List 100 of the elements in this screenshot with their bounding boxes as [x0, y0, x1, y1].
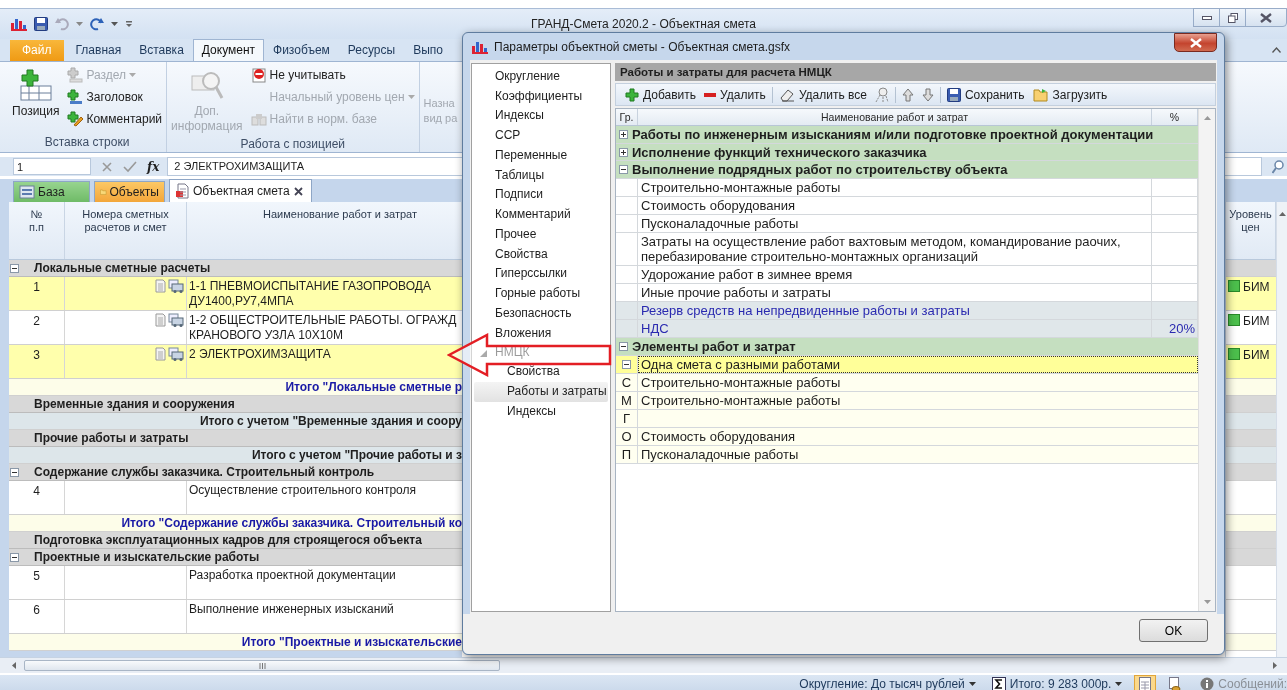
total-dropdown[interactable]: Итого: 9 283 000р.	[987, 677, 1127, 690]
tree-item[interactable]: Подписи	[495, 187, 543, 202]
view-button[interactable]	[1134, 675, 1157, 690]
toolbar-button[interactable]: Добавить	[621, 87, 701, 102]
tree-item[interactable]: Работы и затраты	[474, 382, 608, 402]
toolbar-button[interactable]: Сохранить	[942, 87, 1029, 102]
tree-item[interactable]: Безопасность	[495, 305, 572, 320]
ribbon-tab[interactable]: Главная	[66, 40, 131, 61]
ribbon-tab[interactable]: Физобъем	[264, 40, 339, 61]
scroll-down-icon[interactable]	[1203, 600, 1211, 604]
tree-item[interactable]: ССР	[495, 128, 521, 143]
table-row[interactable]: 1 1-1 ПНЕВМОИСПЫТАНИЕ ГАЗОПРОВОДА ДУ1400,РУ7,4МПА	[9, 277, 462, 311]
tree-item[interactable]: Свойства	[474, 362, 608, 382]
scrollbar-thumb[interactable]	[24, 660, 500, 671]
grid-row[interactable]: Резерв средств на непредвиденные работы и затраты	[616, 302, 1198, 321]
search-icon[interactable]	[1272, 159, 1284, 174]
restore-button[interactable]	[1219, 8, 1246, 27]
toolbar-button[interactable]: Удалить все	[774, 87, 871, 102]
ribbon-button[interactable]: Позиция	[10, 66, 62, 134]
expander-icon[interactable]	[622, 359, 631, 369]
grid-row[interactable]: Элементы работ и затрат	[616, 338, 1198, 356]
document-tab[interactable]: База	[13, 181, 90, 202]
vertical-scrollbar[interactable]	[1198, 109, 1215, 611]
grid-row[interactable]: Удорожание работ в зимнее время	[616, 266, 1198, 285]
grid-row[interactable]: Строительно-монтажные работы	[616, 179, 1198, 198]
ribbon-button[interactable]: Комментарий	[65, 110, 165, 128]
table-row[interactable]: 5 Разработка проектной документации	[9, 566, 462, 600]
section-row[interactable]: Подготовка эксплуатационных кадров для строящегося объекта	[9, 532, 462, 549]
collapse-ribbon-icon[interactable]	[1272, 47, 1281, 53]
column-header[interactable]: Гр.	[616, 109, 638, 125]
scroll-up-icon[interactable]	[1203, 116, 1211, 120]
tree-item[interactable]: Таблицы	[495, 167, 544, 182]
expander-icon[interactable]	[619, 129, 628, 139]
section-row[interactable]: Локальные сметные расчеты	[9, 260, 462, 277]
tree-item[interactable]: Вложения	[495, 325, 552, 340]
expander-icon[interactable]	[10, 263, 19, 273]
grid-row[interactable]: Выполнение подрядных работ по строительству объекта	[616, 161, 1198, 180]
section-row[interactable]: Прочие работы и затраты	[9, 430, 462, 447]
column-header[interactable]: Уровень цен	[1226, 202, 1276, 260]
ribbon-tab[interactable]: Документ	[192, 39, 265, 61]
close-button[interactable]	[1174, 33, 1217, 52]
section-row[interactable]: Содержание службы заказчика. Строительный контроль	[9, 464, 462, 481]
stack-icon[interactable]	[168, 347, 184, 361]
expander-icon[interactable]	[10, 552, 19, 562]
function-label[interactable]: fx	[147, 159, 160, 174]
cell-reference-field[interactable]: 1	[13, 158, 91, 175]
toolbar-button[interactable]: Удалить	[700, 87, 770, 102]
table-row[interactable]: 6 Выполнение инженерных изысканий	[9, 600, 462, 634]
toolbar-button[interactable]: Загрузить	[1028, 87, 1112, 102]
scroll-up-icon[interactable]	[1278, 212, 1286, 216]
grid-row[interactable]: Иные прочие работы и затраты	[616, 284, 1198, 303]
tree-item[interactable]: Свойства	[495, 246, 548, 261]
ribbon-tab[interactable]: Выпо	[404, 40, 452, 61]
ok-button[interactable]: OK	[1139, 619, 1208, 642]
expander-icon[interactable]	[619, 341, 628, 351]
close-button[interactable]	[1245, 8, 1287, 27]
tree-item[interactable]: Индексы	[474, 401, 608, 422]
scroll-right-icon[interactable]	[1273, 662, 1277, 669]
expander-icon[interactable]	[619, 165, 628, 175]
ribbon-button[interactable]: Не учитывать	[248, 66, 417, 84]
section-row[interactable]: Временные здания и сооружения	[9, 396, 462, 413]
table-row[interactable]: 2 1-2 ОБЩЕСТРОИТЕЛЬНЫЕ РАБОТЫ. ОГРАЖД КРАНОВОГО УЗЛА 10Х10М	[9, 311, 462, 345]
grid-row[interactable]: НДС 20%	[616, 320, 1198, 339]
grid-row[interactable]: Пусконаладочные работы	[616, 215, 1198, 234]
minimize-button[interactable]	[1193, 8, 1220, 27]
tree-item[interactable]: Прочее	[495, 226, 537, 241]
tree-item[interactable]: Переменные	[495, 147, 568, 162]
column-header[interactable]: Номера сметных расчетов и смет	[65, 202, 187, 259]
caret-icon[interactable]	[111, 22, 118, 26]
vertical-scrollbar[interactable]	[1276, 202, 1287, 657]
document-tab[interactable]: Объектная смета	[169, 179, 312, 202]
stack-icon[interactable]	[168, 313, 184, 327]
scroll-left-icon[interactable]	[12, 662, 16, 669]
tree-item[interactable]: Округление	[495, 68, 560, 83]
tree-item[interactable]: Гиперссылки	[495, 266, 567, 281]
expander-icon[interactable]	[10, 467, 19, 477]
caret-icon[interactable]	[76, 22, 83, 26]
tree-item[interactable]: Горные работы	[495, 286, 581, 301]
table-row[interactable]: 4 Осуществление строительного контроля	[9, 481, 462, 515]
table-row[interactable]: 3 2 ЭЛЕКТРОХИМЗАЩИТА	[9, 345, 462, 379]
rounding-dropdown[interactable]: Округление: До тысяч рублей	[795, 677, 980, 690]
tree-item[interactable]: Коэффициенты	[495, 88, 583, 103]
column-header[interactable]: Наименование работ и затрат	[638, 109, 1152, 125]
ribbon-tab[interactable]: Вставка	[130, 40, 193, 61]
close-icon[interactable]	[293, 186, 303, 196]
expander-icon[interactable]	[619, 147, 628, 157]
ribbon-button[interactable]: Заголовок	[65, 88, 165, 106]
tree-item[interactable]: Индексы	[495, 108, 544, 123]
tree-item[interactable]: Комментарий	[495, 207, 571, 222]
document-tab[interactable]: Объекты	[94, 181, 165, 202]
ribbon-tab[interactable]: Ресурсы	[338, 40, 405, 61]
stack-icon[interactable]	[168, 279, 184, 293]
save-icon[interactable]	[34, 17, 48, 31]
horizontal-scrollbar[interactable]	[0, 657, 1287, 673]
customize-icon[interactable]	[125, 20, 133, 28]
section-row[interactable]: Проектные и изыскательские работы	[9, 549, 462, 566]
grid-row[interactable]: Стоимость оборудования	[616, 197, 1198, 216]
column-header[interactable]: № п.п	[9, 202, 65, 259]
redo-icon[interactable]	[90, 17, 104, 31]
grid-row[interactable]: Работы по инженерным изысканиям и/или подготовке проектной документации	[616, 126, 1198, 144]
